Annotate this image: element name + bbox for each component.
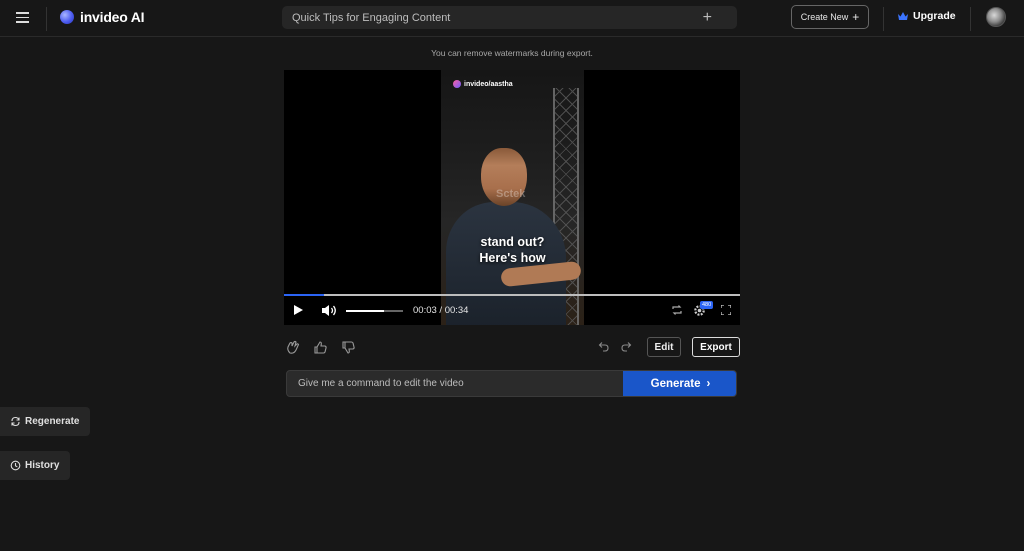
clock-icon bbox=[10, 460, 21, 471]
play-icon[interactable] bbox=[294, 305, 303, 315]
generate-button[interactable]: Generate › bbox=[623, 371, 736, 396]
time-display: 00:03 / 00:34 bbox=[413, 305, 469, 316]
player-controls: 00:03 / 00:34 480 bbox=[284, 296, 740, 325]
command-bar: Generate › bbox=[286, 370, 737, 397]
volume-slider[interactable] bbox=[346, 310, 403, 312]
video-watermark: invideo/aastha bbox=[453, 80, 513, 88]
create-new-label: Create New bbox=[800, 12, 849, 22]
chevron-right-icon: › bbox=[706, 377, 711, 390]
project-title-text: Quick Tips for Engaging Content bbox=[292, 11, 451, 24]
volume-slider-fill bbox=[346, 310, 384, 312]
brand-name: invideo AI bbox=[80, 9, 145, 25]
quality-badge: 480 bbox=[700, 301, 714, 309]
header-divider bbox=[46, 7, 47, 31]
plus-icon: + bbox=[852, 10, 860, 24]
upgrade-button[interactable]: Upgrade bbox=[898, 10, 956, 22]
history-label: History bbox=[25, 460, 60, 471]
regenerate-button[interactable]: Regenerate bbox=[0, 407, 90, 436]
thumbs-up-icon[interactable] bbox=[313, 340, 328, 355]
video-player[interactable]: Sctek invideo/aastha stand out? Here's h… bbox=[284, 70, 740, 325]
edit-button[interactable]: Edit bbox=[647, 337, 681, 357]
command-input[interactable] bbox=[287, 371, 623, 396]
video-caption: stand out? Here's how bbox=[441, 234, 584, 266]
invideo-logo-icon bbox=[60, 10, 74, 24]
refresh-icon bbox=[11, 416, 20, 427]
watermark-handle-text: invideo/aastha bbox=[464, 80, 513, 88]
history-button[interactable]: History bbox=[0, 451, 70, 480]
project-title-field[interactable]: Quick Tips for Engaging Content + bbox=[282, 6, 737, 29]
upgrade-label: Upgrade bbox=[913, 10, 956, 22]
loop-icon[interactable] bbox=[671, 304, 683, 316]
brand-logo[interactable]: invideo AI bbox=[60, 9, 145, 25]
create-new-button[interactable]: Create New + bbox=[791, 5, 869, 29]
export-button[interactable]: Export bbox=[692, 337, 740, 357]
crown-icon bbox=[898, 12, 908, 20]
undo-icon[interactable] bbox=[597, 340, 609, 352]
redo-icon[interactable] bbox=[621, 340, 633, 352]
thumbs-down-icon[interactable] bbox=[341, 340, 356, 355]
avatar[interactable] bbox=[986, 7, 1006, 27]
watermark-notice: You can remove watermarks during export. bbox=[431, 48, 593, 58]
background-sign: Sctek bbox=[496, 188, 526, 200]
hamburger-menu-icon[interactable] bbox=[12, 8, 34, 26]
volume-icon[interactable] bbox=[321, 304, 337, 317]
generate-label: Generate bbox=[650, 377, 701, 390]
watermark-logo-icon bbox=[453, 80, 461, 88]
header-divider bbox=[883, 7, 884, 31]
regenerate-label: Regenerate bbox=[25, 416, 80, 427]
header-divider bbox=[970, 7, 971, 31]
clap-icon[interactable] bbox=[286, 340, 301, 355]
video-frame: Sctek invideo/aastha stand out? Here's h… bbox=[441, 70, 584, 325]
plus-icon[interactable]: + bbox=[703, 9, 712, 26]
caption-line-1: stand out? bbox=[480, 235, 545, 249]
caption-line-2: Here's how bbox=[479, 251, 546, 265]
fullscreen-icon[interactable] bbox=[721, 305, 731, 315]
top-bar: invideo AI Quick Tips for Engaging Conte… bbox=[0, 0, 1024, 37]
